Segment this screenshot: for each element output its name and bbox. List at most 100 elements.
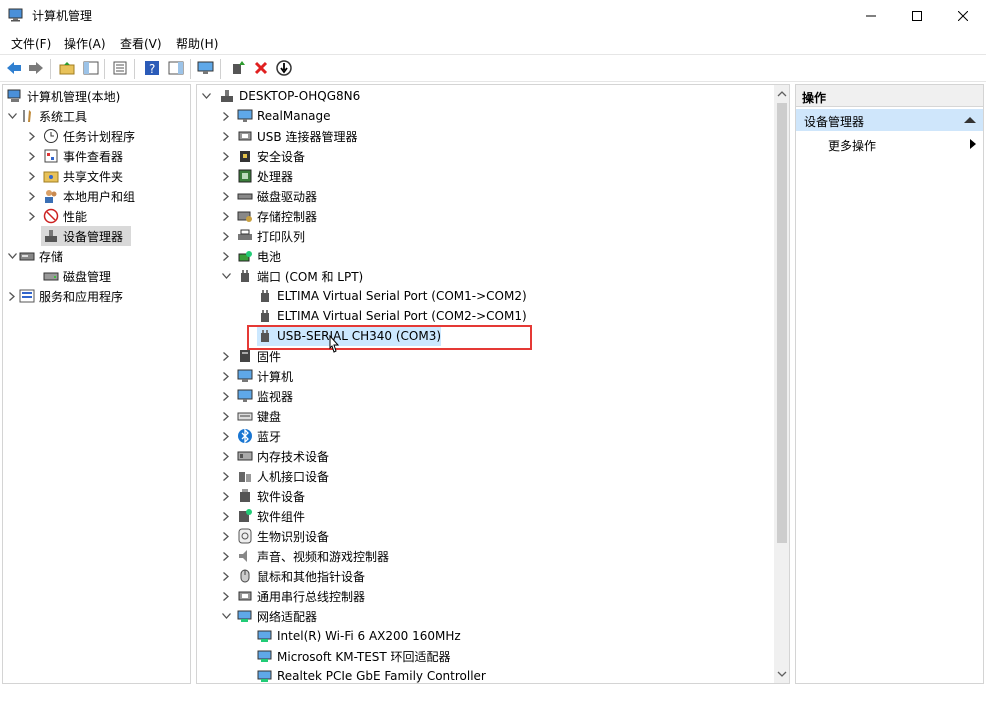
chevron-right-icon[interactable] — [221, 526, 231, 546]
device-category[interactable]: 安全设备 — [221, 146, 305, 166]
device-root[interactable]: DESKTOP-OHQG8N6 — [201, 86, 360, 106]
chevron-right-icon[interactable] — [27, 186, 37, 206]
maximize-button[interactable] — [894, 0, 940, 31]
tree-node-local-users[interactable]: 本地用户和组 — [27, 186, 135, 206]
forward-arrow-icon[interactable] — [27, 59, 45, 77]
chevron-right-icon[interactable] — [27, 126, 37, 146]
battery-icon — [237, 248, 253, 264]
chevron-right-icon[interactable] — [221, 446, 231, 466]
close-button[interactable] — [940, 0, 986, 31]
device-label: Realtek PCIe GbE Family Controller — [277, 669, 486, 683]
chevron-down-icon[interactable] — [221, 606, 231, 626]
back-arrow-icon[interactable] — [5, 59, 23, 77]
chevron-right-icon[interactable] — [221, 486, 231, 506]
chevron-right-icon[interactable] — [221, 206, 231, 226]
chevron-down-icon[interactable] — [7, 246, 17, 266]
update-driver-icon[interactable] — [229, 59, 247, 77]
device-item[interactable]: ELTIMA Virtual Serial Port (COM2->COM1) — [241, 306, 527, 326]
tree-node-services-apps[interactable]: 服务和应用程序 — [7, 286, 123, 306]
chevron-down-icon[interactable] — [201, 86, 211, 106]
device-category[interactable]: 固件 — [221, 346, 281, 366]
chevron-right-icon[interactable] — [221, 546, 231, 566]
scan-hardware-icon[interactable] — [275, 59, 293, 77]
device-category[interactable]: 蓝牙 — [221, 426, 281, 446]
device-item[interactable]: USB-SERIAL CH340 (COM3) — [241, 326, 441, 346]
menu-help[interactable]: 帮助(H) — [176, 35, 218, 52]
tree-node-event-viewer[interactable]: 事件查看器 — [27, 146, 123, 166]
device-category[interactable]: USB 连接器管理器 — [221, 126, 357, 146]
chevron-right-icon[interactable] — [221, 426, 231, 446]
tree-node-disk-management[interactable]: 磁盘管理 — [27, 266, 111, 286]
device-category[interactable]: 存储控制器 — [221, 206, 317, 226]
device-category[interactable]: 生物识别设备 — [221, 526, 329, 546]
device-category[interactable]: RealManage — [221, 106, 331, 126]
chevron-down-icon[interactable] — [221, 266, 231, 286]
chevron-down-icon[interactable] — [7, 106, 17, 126]
device-category[interactable]: 软件设备 — [221, 486, 305, 506]
tree-node-computer-management[interactable]: 计算机管理(本地) — [3, 86, 120, 106]
tree-node-device-manager[interactable]: 设备管理器 — [37, 226, 123, 246]
chevron-right-icon[interactable] — [221, 586, 231, 606]
device-category[interactable]: 端口 (COM 和 LPT) — [221, 266, 363, 286]
vertical-scrollbar[interactable] — [774, 85, 789, 683]
chevron-right-icon[interactable] — [221, 506, 231, 526]
chevron-right-icon[interactable] — [221, 226, 231, 246]
chevron-right-icon[interactable] — [221, 366, 231, 386]
submenu-arrow-icon[interactable] — [970, 139, 976, 149]
chevron-right-icon[interactable] — [221, 146, 231, 166]
chevron-right-icon[interactable] — [221, 166, 231, 186]
port-icon — [257, 308, 273, 324]
more-actions-link[interactable]: 更多操作 — [828, 137, 876, 154]
collapse-up-icon[interactable] — [964, 117, 976, 123]
actions-section-device-manager[interactable]: 设备管理器 — [796, 109, 983, 131]
menu-file[interactable]: 文件(F) — [11, 35, 51, 52]
device-item[interactable]: ELTIMA Virtual Serial Port (COM1->COM2) — [241, 286, 527, 306]
chevron-right-icon[interactable] — [221, 126, 231, 146]
tree-node-performance[interactable]: 性能 — [27, 206, 87, 226]
device-category[interactable]: 人机接口设备 — [221, 466, 329, 486]
chevron-right-icon[interactable] — [27, 206, 37, 226]
device-item[interactable]: Microsoft KM-TEST 环回适配器 — [241, 646, 451, 666]
device-category[interactable]: 键盘 — [221, 406, 281, 426]
chevron-right-icon[interactable] — [7, 286, 17, 306]
chevron-right-icon[interactable] — [221, 106, 231, 126]
device-category[interactable]: 鼠标和其他指针设备 — [221, 566, 365, 586]
chevron-right-icon[interactable] — [27, 146, 37, 166]
device-category[interactable]: 声音、视频和游戏控制器 — [221, 546, 389, 566]
chevron-right-icon[interactable] — [27, 166, 37, 186]
tree-node-task-scheduler[interactable]: 任务计划程序 — [27, 126, 135, 146]
device-item[interactable]: Realtek PCIe GbE Family Controller — [241, 666, 486, 683]
uninstall-x-icon[interactable] — [252, 59, 270, 77]
device-category[interactable]: 通用串行总线控制器 — [221, 586, 365, 606]
device-category[interactable]: 软件组件 — [221, 506, 305, 526]
device-category[interactable]: 计算机 — [221, 366, 293, 386]
device-category[interactable]: 网络适配器 — [221, 606, 317, 626]
properties-icon[interactable] — [111, 59, 129, 77]
show-hide-tree-icon[interactable] — [82, 59, 100, 77]
tree-node-system-tools[interactable]: 系统工具 — [7, 106, 87, 126]
chevron-right-icon[interactable] — [221, 566, 231, 586]
minimize-button[interactable] — [848, 0, 894, 31]
device-item[interactable]: Intel(R) Wi-Fi 6 AX200 160MHz — [241, 626, 461, 646]
menu-view[interactable]: 查看(V) — [120, 35, 162, 52]
menu-action[interactable]: 操作(A) — [64, 35, 106, 52]
chevron-right-icon[interactable] — [221, 346, 231, 366]
chevron-right-icon[interactable] — [221, 386, 231, 406]
monitor-icon[interactable] — [197, 59, 215, 77]
tree-node-storage[interactable]: 存储 — [7, 246, 63, 266]
device-category[interactable]: 磁盘驱动器 — [221, 186, 317, 206]
chevron-right-icon[interactable] — [221, 246, 231, 266]
chevron-right-icon[interactable] — [221, 186, 231, 206]
device-category[interactable]: 监视器 — [221, 386, 293, 406]
help-icon[interactable]: ? — [143, 59, 161, 77]
device-category[interactable]: 打印队列 — [221, 226, 305, 246]
device-category[interactable]: 处理器 — [221, 166, 293, 186]
device-category[interactable]: 内存技术设备 — [221, 446, 329, 466]
tree-node-shared-folders[interactable]: 共享文件夹 — [27, 166, 123, 186]
chevron-right-icon[interactable] — [221, 466, 231, 486]
device-category[interactable]: 电池 — [221, 246, 281, 266]
chevron-right-icon[interactable] — [221, 406, 231, 426]
show-action-pane-icon[interactable] — [167, 59, 185, 77]
scrollbar-thumb[interactable] — [777, 103, 787, 543]
folder-up-icon[interactable] — [58, 59, 76, 77]
